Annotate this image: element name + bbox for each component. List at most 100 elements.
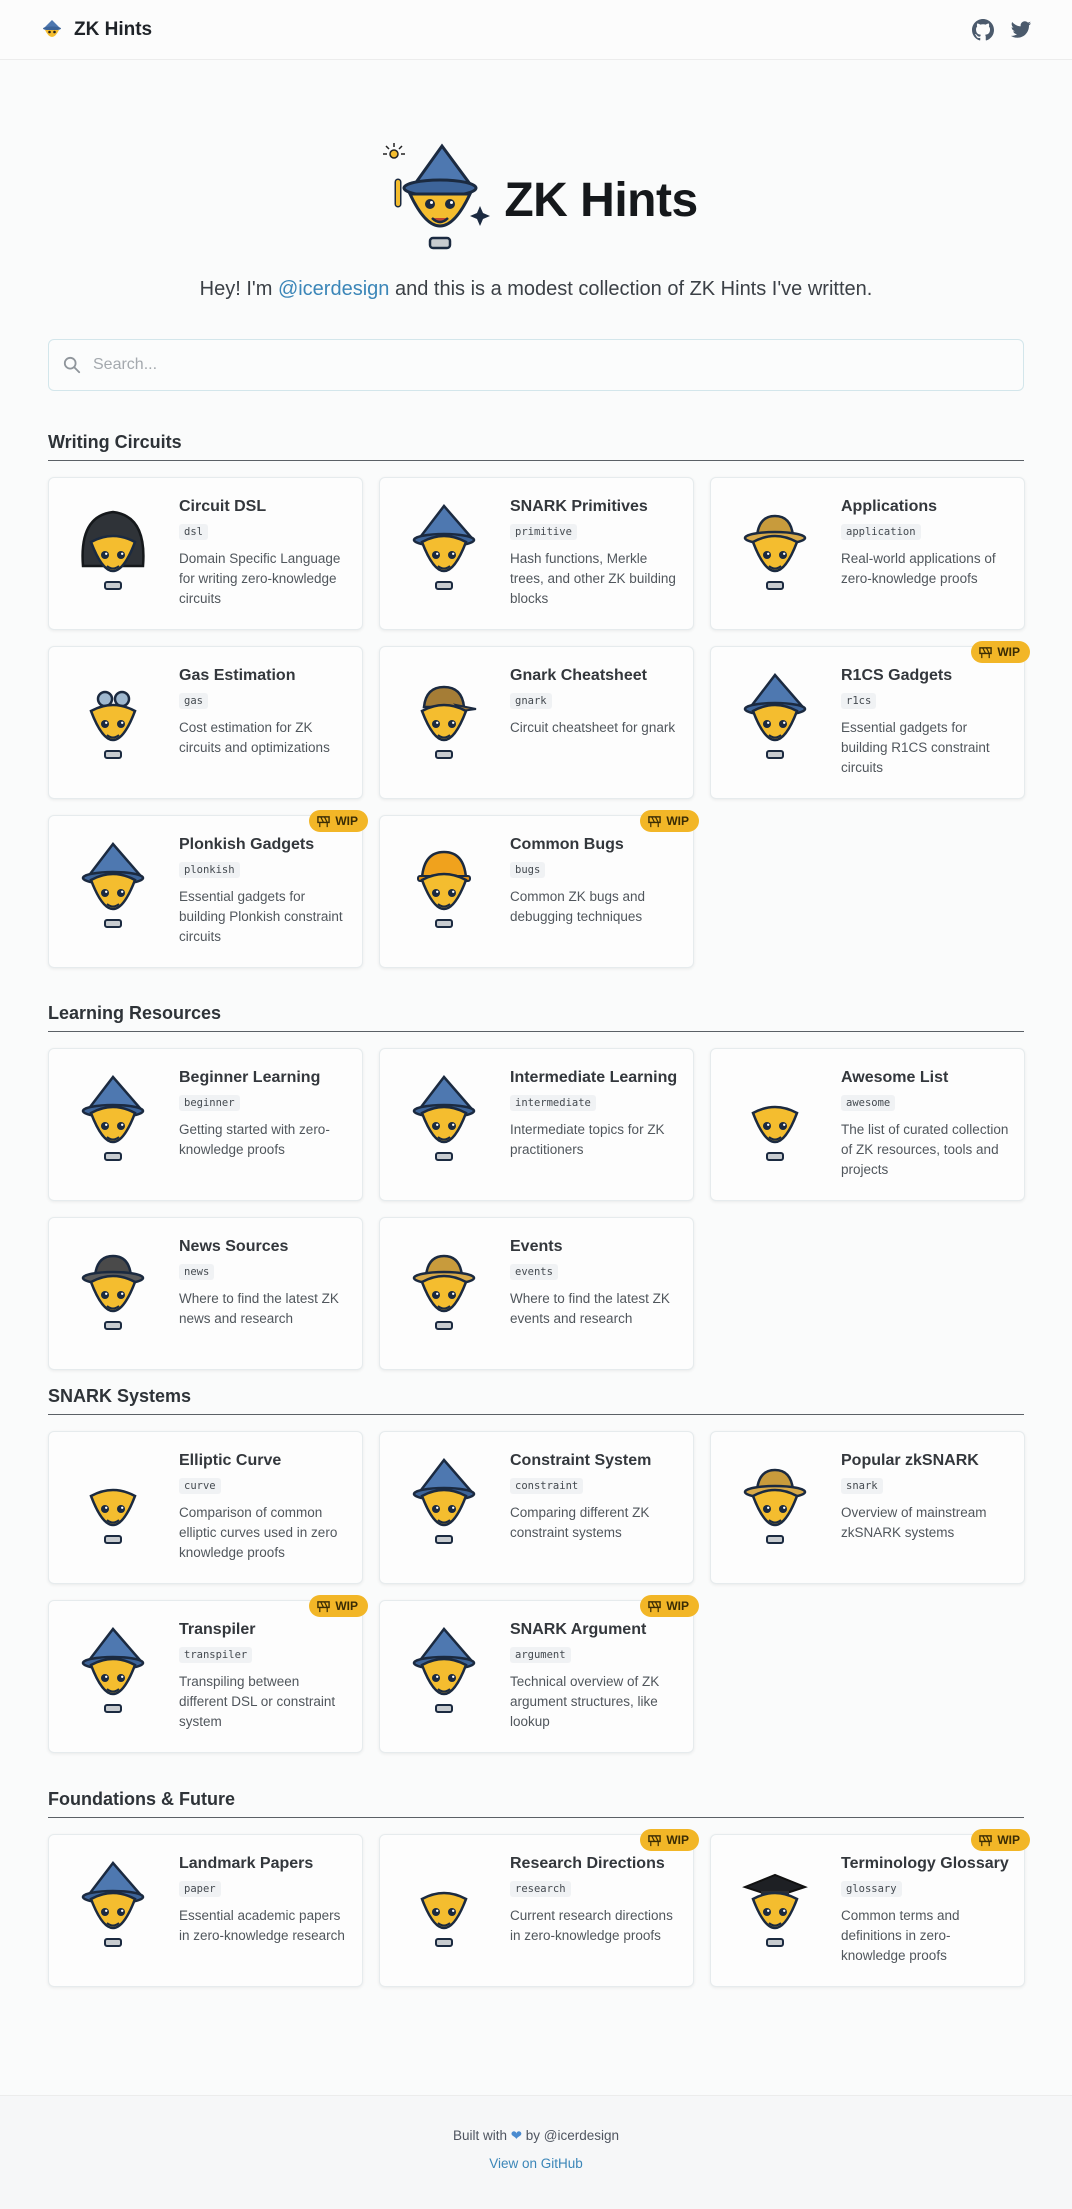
hint-card[interactable]: Landmark Papers paper Essential academic p… — [48, 1834, 363, 1987]
card-description: Essential gadgets for building Plonkish … — [179, 889, 343, 944]
card-tag: bugs — [510, 862, 546, 878]
card-tag: primitive — [510, 524, 577, 540]
mascot-illustration-icon — [396, 669, 492, 765]
hint-card[interactable]: WIP R1CS Gadgets r1cs Essential gadgets for… — [710, 641, 1030, 799]
footer-built-with: Built with ❤ by @icerdesign — [452, 2128, 620, 2143]
card-tag: glossary — [841, 1881, 902, 1897]
hint-card[interactable]: WIP Research Directions research Current re… — [379, 1829, 699, 1987]
navbar: ZK Hints — [0, 0, 1072, 60]
card-title: Elliptic Curve — [179, 1452, 282, 1469]
card-title: Awesome List — [841, 1069, 949, 1086]
brand-link[interactable]: ZK Hints — [40, 18, 152, 42]
hint-card[interactable]: Elliptic Curve curve Comparison of common … — [48, 1431, 363, 1584]
card-title: Popular zkSNARK — [841, 1452, 979, 1469]
hint-card[interactable]: Constraint System constraint Comparing dif… — [379, 1431, 694, 1584]
hint-card[interactable]: WIP Terminology Glossary glossary Common te… — [710, 1829, 1030, 1987]
mascot-logo-icon — [43, 19, 61, 37]
wip-badge: WIP — [640, 810, 699, 832]
section-title: Foundations & Future — [48, 1789, 1024, 1818]
card-description: Getting started with zero-knowledge proo… — [179, 1122, 330, 1157]
card-title: SNARK Argument — [510, 1621, 647, 1638]
card-title: News Sources — [179, 1238, 289, 1255]
hint-card[interactable]: Applications application Real-world applic… — [710, 477, 1025, 630]
hint-card[interactable]: Awesome List awesome The list of curated c… — [710, 1048, 1025, 1201]
hint-card[interactable]: WIP Common Bugs bugs Common ZK bugs and deb… — [379, 810, 699, 968]
card-description: Common terms and definitions in zero-kno… — [841, 1908, 960, 1963]
hint-card[interactable]: Intermediate Learning intermediate Interme… — [379, 1048, 694, 1201]
footer: Built with ❤ by @icerdesign View on GitH… — [0, 2095, 1072, 2209]
card-title: Research Directions — [510, 1855, 665, 1872]
wip-badge: WIP — [309, 1595, 368, 1617]
hint-card[interactable]: WIP Transpiler transpiler Transpiling betwe… — [48, 1595, 368, 1753]
mascot-illustration-icon — [727, 1071, 823, 1167]
card-title: Intermediate Learning — [510, 1069, 678, 1086]
card-tag: awesome — [841, 1095, 896, 1111]
hint-card[interactable]: News Sources news Where to find the latest… — [48, 1217, 363, 1370]
mascot-illustration-icon — [396, 500, 492, 596]
github-icon[interactable] — [972, 18, 994, 41]
mascot-illustration-icon — [727, 669, 823, 765]
mascot-illustration-icon — [65, 1857, 161, 1953]
section-title: Learning Resources — [48, 1003, 1024, 1032]
hint-card[interactable]: SNARK Primitives primitive Hash functions,… — [379, 477, 694, 630]
construction-icon — [317, 815, 331, 827]
card-tag: beginner — [179, 1095, 240, 1111]
heart-icon: ❤ — [510, 2128, 523, 2143]
card-tag: argument — [510, 1647, 571, 1663]
construction-icon — [317, 1600, 331, 1612]
view-on-github-link[interactable]: View on GitHub — [489, 2156, 583, 2171]
twitter-icon[interactable] — [1010, 19, 1032, 41]
card-tag: r1cs — [841, 693, 877, 709]
card-title: Transpiler — [179, 1621, 256, 1638]
mascot-illustration-icon — [65, 838, 161, 934]
card-title: Plonkish Gadgets — [179, 836, 315, 853]
mascot-illustration-icon — [727, 1857, 823, 1953]
hint-card[interactable]: WIP SNARK Argument argument Technical overv… — [379, 1595, 699, 1753]
card-tag: transpiler — [179, 1647, 253, 1663]
construction-icon — [979, 646, 993, 658]
construction-icon — [979, 1834, 993, 1846]
card-description: Overview of mainstream zkSNARK systems — [841, 1505, 987, 1540]
card-grid: Landmark Papers paper Essential academic p… — [48, 1829, 1030, 1987]
card-description: Essential gadgets for building R1CS cons… — [841, 720, 990, 775]
icerdesign-link[interactable]: @icerdesign — [278, 278, 389, 300]
mascot-illustration-icon — [396, 838, 492, 934]
search-bar — [48, 339, 1024, 391]
card-tag: curve — [179, 1478, 221, 1494]
hint-card[interactable]: Events events Where to find the latest ZK … — [379, 1217, 694, 1370]
card-tag: paper — [179, 1881, 221, 1897]
wip-badge: WIP — [971, 641, 1030, 663]
card-description: Transpiling between different DSL or con… — [179, 1674, 336, 1729]
mascot-illustration-icon — [65, 1240, 161, 1336]
card-description: Circuit cheatsheet for gnark — [510, 720, 676, 735]
card-title: Gas Estimation — [179, 667, 296, 684]
section-3: Foundations & Future Landmark Papers paper… — [48, 1789, 1030, 1987]
card-description: Intermediate topics for ZK practitioners — [510, 1122, 665, 1157]
brand-name: ZK Hints — [74, 18, 153, 40]
mascot-illustration-icon — [727, 1454, 823, 1550]
card-tag: snark — [841, 1478, 883, 1494]
mascot-illustration-icon — [396, 1623, 492, 1719]
card-title: SNARK Primitives — [510, 498, 648, 515]
hero-title: ZK Hints — [504, 173, 698, 227]
card-title: Common Bugs — [510, 836, 624, 853]
hint-card[interactable]: Circuit DSL dsl Domain Specific Language f… — [48, 477, 363, 630]
hint-card[interactable]: WIP Plonkish Gadgets plonkish Essential gad… — [48, 810, 368, 968]
mascot-illustration-icon — [396, 1071, 492, 1167]
wip-badge: WIP — [640, 1595, 699, 1617]
mascot-illustration-icon — [396, 1240, 492, 1336]
hint-card[interactable]: Popular zkSNARK snark Overview of mainstre… — [710, 1431, 1025, 1584]
mascot-illustration-icon — [396, 1857, 492, 1953]
card-tag: constraint — [510, 1478, 584, 1494]
hint-card[interactable]: Gas Estimation gas Cost estimation for ZK … — [48, 646, 363, 799]
card-title: R1CS Gadgets — [841, 667, 953, 684]
hint-card[interactable]: Beginner Learning beginner Getting started… — [48, 1048, 363, 1201]
hint-card[interactable]: Gnark Cheatsheet gnark Circuit cheatsheet … — [379, 646, 694, 799]
search-input[interactable] — [93, 356, 1009, 374]
card-tag: dsl — [179, 524, 208, 540]
card-tag: gnark — [510, 693, 552, 709]
card-description: Where to find the latest ZK news and res… — [179, 1291, 339, 1326]
card-title: Gnark Cheatsheet — [510, 667, 647, 684]
card-title: Applications — [841, 498, 938, 515]
section-title: SNARK Systems — [48, 1386, 1024, 1415]
